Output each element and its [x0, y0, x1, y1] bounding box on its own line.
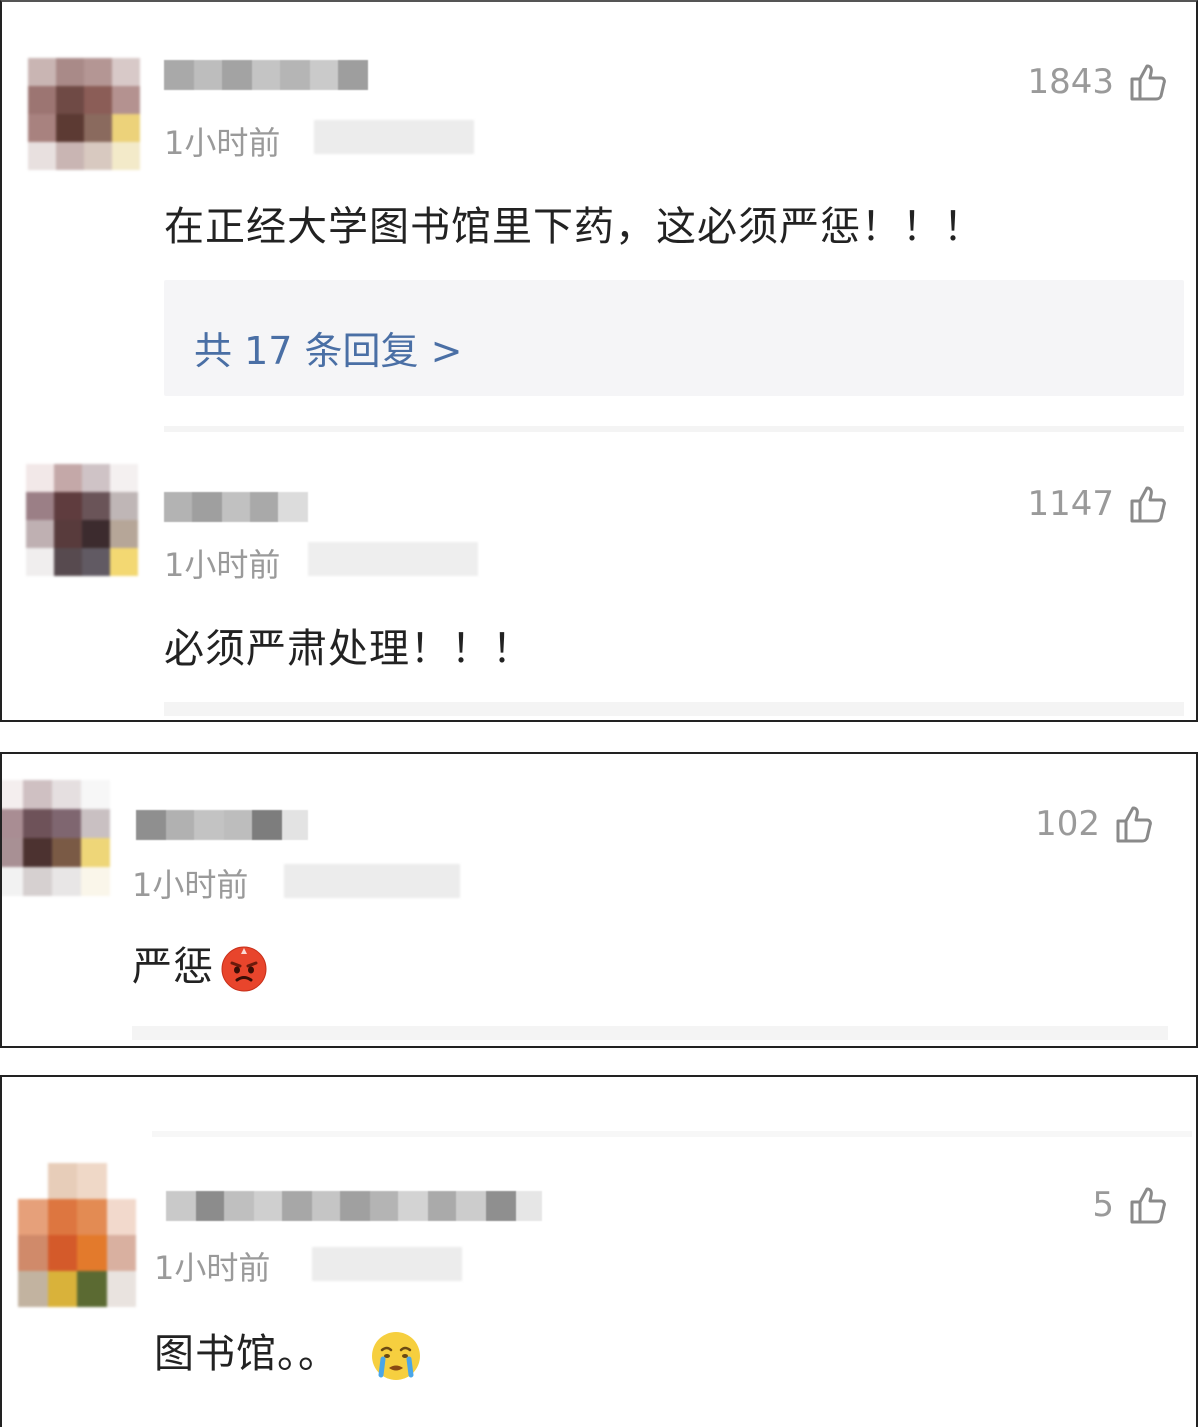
username-blurred[interactable] [166, 1191, 542, 1221]
username-blurred[interactable] [164, 60, 368, 90]
username-blurred[interactable] [136, 810, 308, 840]
angry-face-emoji [221, 946, 267, 992]
divider [164, 702, 1184, 716]
comment-text: 图书馆。。 [154, 1321, 423, 1383]
like-count: 5 [1092, 1185, 1114, 1225]
thumbs-up-icon[interactable] [1128, 484, 1168, 524]
username-blurred[interactable] [164, 492, 308, 522]
user-avatar[interactable] [26, 464, 138, 576]
comment-time: 1小时前 [154, 1249, 271, 1287]
comment-text: 严惩 [132, 934, 268, 993]
comment-panel-3: 1小时前 5 图书馆。。 [0, 1075, 1198, 1427]
comment-time: 1小时前 [164, 546, 281, 584]
comment-time: 1小时前 [132, 866, 249, 904]
like-count: 1147 [1027, 484, 1114, 524]
reply-box[interactable]: 共 17 条回复 > [164, 280, 1184, 396]
divider [164, 426, 1184, 432]
comment-panel-1: 1小时前 1843 在正经大学图书馆里下药，这必须严惩！！！ 共 17 条回复 … [0, 0, 1198, 722]
like-control[interactable]: 1843 [1027, 62, 1168, 102]
user-avatar[interactable] [28, 58, 140, 170]
thumbs-up-icon[interactable] [1128, 62, 1168, 102]
comment-panel-2: 1小时前 102 严惩 [0, 752, 1198, 1048]
like-count: 102 [1035, 804, 1100, 844]
like-count: 1843 [1027, 62, 1114, 102]
comment-text-content: 严惩 [132, 944, 214, 990]
user-avatar[interactable] [18, 1163, 136, 1307]
thumbs-up-icon[interactable] [1114, 804, 1154, 844]
divider [152, 1131, 1192, 1137]
view-replies-link[interactable]: 共 17 条回复 > [194, 320, 462, 375]
thumbs-up-icon[interactable] [1128, 1185, 1168, 1225]
comment-text: 在正经大学图书馆里下药，这必须严惩！！！ [164, 204, 984, 250]
location-blurred [314, 120, 474, 154]
user-avatar[interactable] [2, 780, 110, 896]
like-control[interactable]: 5 [1092, 1185, 1168, 1225]
comment-text: 必须严肃处理！！！ [164, 626, 533, 672]
comment-text-content: 图书馆。。 [154, 1331, 339, 1377]
divider [132, 1026, 1168, 1040]
crying-face-emoji [372, 1332, 420, 1380]
location-blurred [308, 542, 478, 576]
like-control[interactable]: 102 [1035, 804, 1154, 844]
location-blurred [284, 864, 460, 898]
comment-time: 1小时前 [164, 124, 281, 162]
like-control[interactable]: 1147 [1027, 484, 1168, 524]
location-blurred [312, 1247, 462, 1281]
